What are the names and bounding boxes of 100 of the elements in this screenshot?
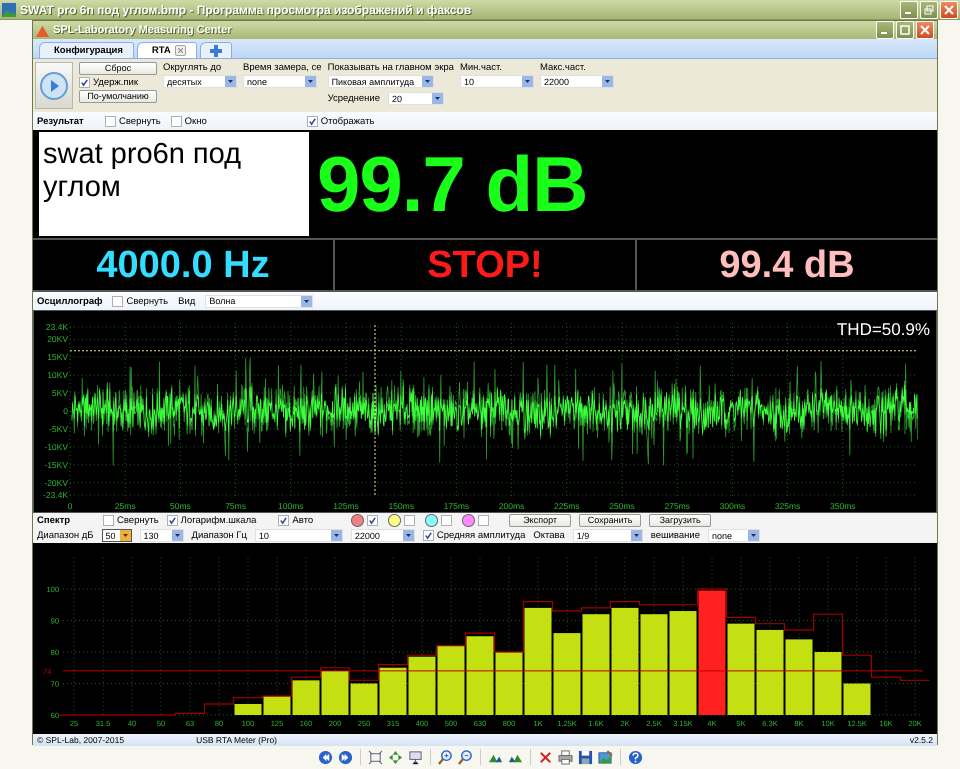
checkbox[interactable] bbox=[404, 515, 416, 526]
tab[interactable]: RTA bbox=[136, 42, 197, 58]
checkbox[interactable] bbox=[170, 116, 182, 126]
restore-button[interactable] bbox=[920, 0, 938, 18]
add-tab[interactable] bbox=[200, 42, 232, 58]
status-text: © SPL-Lab, 2007-2015 bbox=[37, 735, 124, 745]
dropdown[interactable]: десятых bbox=[163, 75, 237, 88]
field-label: Вид bbox=[178, 296, 196, 306]
close-button[interactable] bbox=[940, 0, 958, 18]
action-button[interactable]: Экспорт bbox=[509, 514, 572, 527]
axis-label: 25ms bbox=[114, 501, 136, 511]
dropdown[interactable]: 20 bbox=[388, 92, 444, 105]
checkbox-label: Авто bbox=[292, 515, 314, 526]
checkbox[interactable] bbox=[112, 296, 124, 306]
restore-icon bbox=[922, 2, 936, 16]
readout: STOP! bbox=[427, 244, 543, 286]
trace-color[interactable] bbox=[351, 514, 364, 527]
field-label: Время замера, се bbox=[243, 62, 322, 73]
minimize-icon bbox=[904, 12, 910, 14]
dropdown[interactable]: 130 bbox=[140, 529, 184, 542]
help-icon[interactable] bbox=[626, 748, 644, 766]
checkbox[interactable] bbox=[105, 116, 116, 126]
next-icon[interactable] bbox=[336, 748, 354, 766]
caret-icon bbox=[225, 76, 236, 87]
checkbox-label: Свернуть bbox=[117, 515, 159, 526]
caret-icon bbox=[432, 93, 443, 104]
bar bbox=[814, 652, 842, 715]
cursor-line[interactable] bbox=[70, 350, 918, 352]
dropdown[interactable]: none bbox=[708, 529, 760, 542]
caret-icon bbox=[301, 296, 312, 306]
checkbox[interactable] bbox=[441, 515, 452, 526]
checkbox[interactable] bbox=[306, 116, 318, 126]
cursor-line[interactable] bbox=[374, 324, 376, 498]
zoom-in-icon[interactable] bbox=[436, 748, 454, 766]
field-label: Макс.част. bbox=[540, 62, 587, 73]
minimize-button[interactable] bbox=[876, 21, 894, 39]
window-title: SPL-Laboratory Measuring Center bbox=[53, 24, 232, 36]
caret-icon bbox=[402, 530, 414, 541]
image-icon bbox=[2, 2, 16, 16]
dropdown[interactable]: 22000 bbox=[540, 75, 614, 88]
checkbox[interactable] bbox=[79, 77, 90, 88]
zoom-out-icon[interactable] bbox=[456, 748, 474, 766]
status-text: v2.5.2 bbox=[910, 735, 933, 745]
trace-color[interactable] bbox=[462, 514, 476, 527]
maximize-icon bbox=[898, 23, 912, 37]
action-button[interactable]: Загрузить bbox=[649, 514, 712, 527]
checkbox[interactable] bbox=[422, 530, 434, 541]
caret-icon bbox=[330, 530, 342, 541]
trace-color[interactable] bbox=[425, 514, 438, 527]
dropdown[interactable]: Пиковая амплитуда bbox=[328, 75, 434, 88]
checkbox[interactable] bbox=[278, 515, 290, 526]
dropdown[interactable]: 22000 bbox=[350, 529, 415, 542]
caret-icon bbox=[422, 76, 433, 87]
dropdown[interactable]: Волна bbox=[205, 294, 314, 308]
maximize-button[interactable] bbox=[896, 21, 914, 39]
default-button[interactable]: По-умолчанию bbox=[79, 90, 157, 103]
checkbox[interactable] bbox=[103, 515, 114, 526]
reset-button[interactable]: Сброс bbox=[79, 62, 157, 75]
slideshow-icon[interactable] bbox=[406, 748, 424, 766]
fit-icon[interactable] bbox=[366, 748, 384, 766]
tab[interactable]: Конфигурация bbox=[39, 42, 134, 58]
minimize-icon bbox=[880, 32, 886, 34]
axis-label: 100ms bbox=[278, 501, 304, 511]
dropdown[interactable]: 10 bbox=[254, 529, 343, 542]
close-icon[interactable] bbox=[174, 45, 186, 56]
field-label: Диапазон Гц bbox=[192, 530, 247, 541]
dropdown[interactable]: 10 bbox=[460, 75, 534, 88]
minimize-button[interactable] bbox=[900, 0, 918, 18]
axis-label: 275ms bbox=[664, 501, 690, 511]
bar bbox=[322, 670, 348, 715]
dropdown[interactable]: 1/9 bbox=[572, 529, 643, 542]
save-icon[interactable] bbox=[576, 748, 594, 766]
move-icon[interactable] bbox=[386, 748, 404, 766]
status-text: USB RTA Meter (Pro) bbox=[196, 735, 278, 745]
play-button[interactable] bbox=[35, 62, 73, 109]
axis-label: 0 bbox=[68, 501, 72, 511]
caret-icon bbox=[602, 76, 613, 87]
axis-label: 5KV bbox=[52, 388, 68, 398]
checkbox-label: Удерж.пик bbox=[93, 77, 138, 88]
axis-label: 15KV bbox=[47, 352, 68, 362]
action-button[interactable]: Сохранить bbox=[579, 514, 642, 527]
section-title: Осциллограф bbox=[37, 296, 102, 306]
checkbox[interactable] bbox=[166, 515, 178, 526]
field-label: вешивание bbox=[650, 530, 700, 541]
trace-color[interactable] bbox=[388, 514, 402, 527]
bar bbox=[438, 646, 464, 715]
dropdown[interactable]: none bbox=[243, 75, 317, 88]
axis-label: 325ms bbox=[774, 501, 800, 511]
edit-icon[interactable] bbox=[596, 748, 614, 766]
checkbox[interactable] bbox=[478, 515, 490, 526]
previous-icon[interactable] bbox=[316, 748, 334, 766]
caret-icon bbox=[522, 76, 533, 87]
axis-label: 175ms bbox=[444, 501, 470, 511]
plus-icon bbox=[208, 44, 223, 58]
bar bbox=[408, 656, 436, 715]
checkbox[interactable] bbox=[367, 515, 378, 526]
axis-label: -5KV bbox=[49, 424, 68, 434]
close-button[interactable] bbox=[916, 21, 934, 39]
spin-field[interactable]: 50 bbox=[102, 529, 132, 542]
print-icon[interactable] bbox=[556, 748, 574, 766]
